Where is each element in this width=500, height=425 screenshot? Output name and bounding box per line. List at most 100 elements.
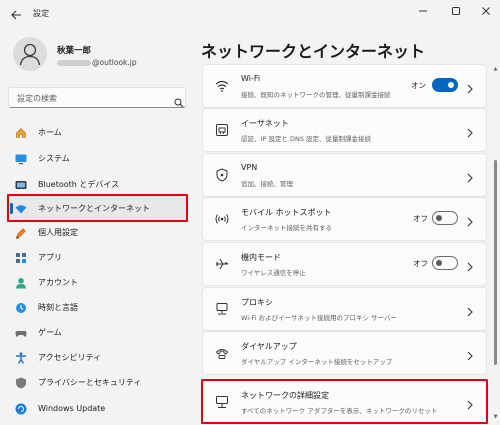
person-icon[interactable] [13, 37, 47, 71]
network-pc-icon [215, 395, 229, 409]
sidebar-item-label: ホーム [38, 128, 62, 137]
card-advanced-network-settings[interactable]: ネットワークの詳細設定 すべてのネットワーク アダプターを表示、ネットワークのリ… [202, 380, 487, 424]
apps-icon [15, 252, 27, 264]
email-redacted [57, 59, 91, 66]
sidebar-item-home[interactable]: ホーム [6, 119, 188, 146]
scrollbar-thumb[interactable] [494, 160, 497, 365]
sidebar-item-label: プライバシーとセキュリティ [38, 378, 142, 387]
monitor-icon [15, 153, 27, 165]
card-proxy[interactable]: プロキシ Wi-Fi およびイーサネット接続用のプロキシ サーバー [202, 287, 487, 331]
search-icon[interactable] [174, 93, 184, 108]
sidebar-item-system[interactable]: システム [6, 145, 188, 172]
airplane-toggle[interactable] [432, 256, 458, 270]
airplane-icon [215, 257, 229, 271]
sidebar-item-apps[interactable]: アプリ [6, 244, 188, 271]
sidebar-item-privacy[interactable]: プライバシーとセキュリティ [6, 369, 188, 396]
hotspot-toggle[interactable] [432, 211, 458, 225]
card-airplane-mode[interactable]: 機内モード ワイヤレス通信を停止 オフ [202, 242, 487, 286]
close-icon[interactable] [475, 4, 497, 18]
user-email: @outlook.jp [57, 58, 137, 67]
hotspot-icon [215, 212, 229, 226]
scroll-down-icon[interactable]: ▼ [492, 414, 499, 420]
card-title: モバイル ホットスポット [241, 208, 332, 217]
page-title: ネットワークとインターネット [201, 42, 426, 61]
chevron-right-icon [466, 80, 474, 94]
window-title: 設定 [33, 9, 49, 18]
card-dialup[interactable]: ダイヤルアップ ダイヤルアップ インターネット接続をセットアップ [202, 331, 487, 375]
sidebar-item-label: アクセシビリティ [38, 353, 102, 362]
sidebar-item-gaming[interactable]: ゲーム [6, 319, 188, 346]
card-description: 認証、IP 設定と DNS 設定、従量制課金接続 [241, 135, 372, 143]
card-title: 機内モード [241, 253, 281, 262]
chevron-right-icon [466, 124, 474, 138]
sidebar-item-label: システム [38, 154, 70, 163]
account-icon [15, 277, 27, 289]
user-email-suffix: @outlook.jp [92, 58, 137, 67]
chevron-right-icon [466, 396, 474, 410]
card-description: Wi-Fi およびイーサネット接続用のプロキシ サーバー [241, 314, 397, 322]
title-bar: 設定 [0, 0, 500, 30]
card-description: 追加、接続、管理 [241, 180, 293, 188]
bluetooth-icon [15, 179, 27, 191]
toggle-state-label: オフ [413, 214, 428, 223]
scroll-up-icon[interactable]: ▲ [492, 66, 499, 72]
accessibility-icon [15, 351, 27, 364]
sidebar-item-accessibility[interactable]: アクセシビリティ [6, 344, 188, 371]
sidebar-item-label: ネットワークとインターネット [38, 204, 150, 213]
sidebar-item-label: アカウント [38, 278, 78, 287]
sidebar-item-time-language[interactable]: 時刻と言語 [6, 294, 188, 321]
chevron-right-icon [466, 169, 474, 183]
search-box[interactable] [8, 87, 186, 108]
card-title: イーサネット [241, 119, 289, 128]
card-description: すべてのネットワーク アダプターを表示、ネットワークのリセット [241, 407, 438, 415]
sidebar-item-personalization[interactable]: 個人用設定 [6, 219, 188, 246]
card-description: インターネット接続を共有する [241, 224, 332, 232]
toggle-state-label: オン [411, 81, 426, 90]
card-wifi[interactable]: Wi-Fi 接続、既知のネットワークの管理、従量制課金接続 オン [202, 64, 487, 108]
sidebar-item-bluetooth[interactable]: Bluetooth とデバイス [6, 171, 188, 198]
chevron-right-icon [466, 347, 474, 361]
card-title: ネットワークの詳細設定 [241, 391, 329, 400]
toggle-knob [436, 215, 442, 221]
card-title: プロキシ [241, 298, 273, 307]
chevron-right-icon [466, 258, 474, 272]
card-title: ダイヤルアップ [241, 342, 297, 351]
minimize-icon[interactable] [412, 4, 434, 18]
card-title: Wi-Fi [241, 74, 261, 83]
chevron-right-icon [466, 303, 474, 317]
dialup-icon [215, 346, 229, 360]
toggle-state-label: オフ [413, 259, 428, 268]
gamepad-icon [15, 327, 27, 339]
sidebar-item-label: 個人用設定 [38, 228, 78, 237]
sidebar-item-windows-update[interactable]: Windows Update [6, 395, 188, 422]
user-name: 秋葉一郎 [57, 46, 92, 56]
home-icon [15, 127, 27, 139]
toggle-knob [436, 260, 442, 266]
card-mobile-hotspot[interactable]: モバイル ホットスポット インターネット接続を共有する オフ [202, 197, 487, 241]
sidebar-item-label: 時刻と言語 [38, 303, 78, 312]
toggle-knob [448, 82, 454, 88]
sidebar-item-network[interactable]: ネットワークとインターネット [6, 195, 188, 222]
brush-icon [15, 227, 27, 239]
proxy-icon [215, 302, 229, 316]
globe-clock-icon [15, 302, 27, 314]
chevron-right-icon [466, 213, 474, 227]
wifi-icon [215, 79, 229, 93]
card-description: ダイヤルアップ インターネット接続をセットアップ [241, 358, 393, 366]
update-icon [15, 403, 27, 415]
sidebar-item-label: Bluetooth とデバイス [38, 180, 120, 189]
card-vpn[interactable]: VPN 追加、接続、管理 [202, 153, 487, 197]
search-input[interactable] [17, 92, 167, 104]
wifi-icon [15, 203, 27, 215]
sidebar-item-label: Windows Update [38, 404, 106, 413]
card-ethernet[interactable]: イーサネット 認証、IP 設定と DNS 設定、従量制課金接続 [202, 108, 487, 152]
selection-indicator [10, 203, 13, 214]
maximize-icon[interactable] [445, 4, 467, 18]
sidebar-item-label: ゲーム [38, 328, 62, 337]
shield-icon [15, 377, 27, 389]
wifi-toggle[interactable] [432, 78, 458, 92]
sidebar-item-accounts[interactable]: アカウント [6, 269, 188, 296]
card-title: VPN [241, 163, 258, 172]
sidebar-item-label: アプリ [38, 253, 62, 262]
arrow-left-icon[interactable] [9, 8, 23, 22]
